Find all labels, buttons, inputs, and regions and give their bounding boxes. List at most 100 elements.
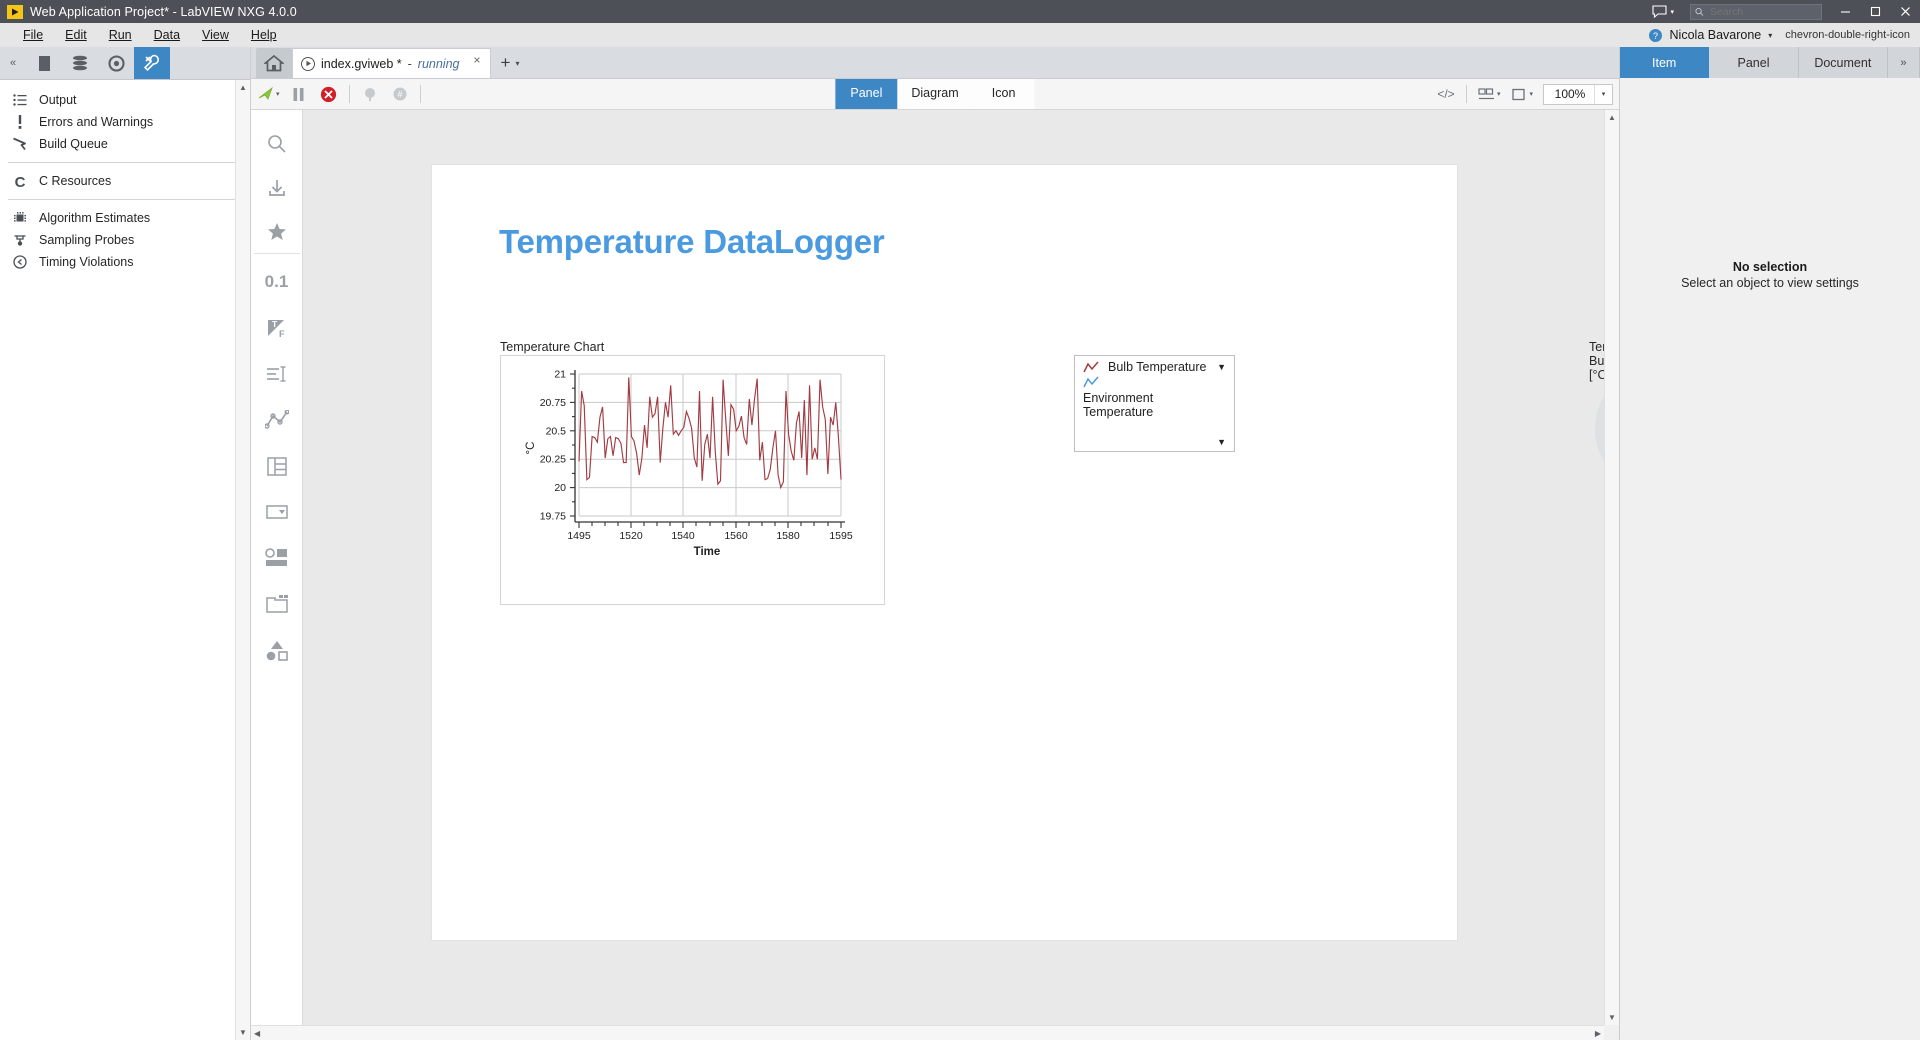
tab-diagram[interactable]: Diagram — [897, 79, 973, 109]
containers-icon[interactable] — [254, 581, 300, 627]
xtick-label: 1540 — [671, 530, 695, 542]
xtick-label: 1495 — [567, 530, 591, 542]
temperature-chart[interactable]: 21 20.75 20.5 20.25 20 19.75 1495 1520 1… — [500, 355, 885, 605]
toolbar-divider — [1465, 85, 1467, 103]
menu-item-help[interactable]: Help — [240, 25, 288, 45]
canvas-horizontal-scrollbar[interactable]: ◀ ▶ — [251, 1025, 1604, 1040]
left-dock-scrollbar[interactable]: ▲ ▼ — [235, 80, 250, 1040]
scroll-up-arrow-icon[interactable]: ▲ — [239, 80, 247, 95]
sidebar-item-sampling-probes[interactable]: Sampling Probes — [0, 229, 250, 251]
panel-canvas[interactable]: 0.1 TF Temperature DataLogger Temperatur… — [251, 110, 1619, 1040]
search-box[interactable] — [1690, 3, 1822, 20]
string-text-icon[interactable] — [254, 351, 300, 397]
numeric-0-1-icon[interactable]: 0.1 — [254, 259, 300, 305]
sidebar-item-build-queue[interactable]: Build Queue — [0, 133, 250, 155]
probe-watch-icon[interactable] — [355, 79, 385, 109]
panel-sheet[interactable]: Temperature DataLogger Temperature Chart — [432, 165, 1619, 940]
chat-bubble-icon[interactable]: ▾ — [1644, 0, 1682, 23]
files-tab[interactable] — [26, 47, 62, 79]
menu-item-view[interactable]: View — [191, 25, 240, 45]
chip-icon — [10, 211, 29, 225]
toolbar-divider — [419, 85, 421, 103]
no-selection-message: No selection Select an object to view se… — [1620, 260, 1920, 290]
collapse-left-icon[interactable]: « — [0, 47, 26, 79]
sidebar-item-timing-violations[interactable]: Timing Violations — [0, 251, 250, 273]
menu-item-data[interactable]: Data — [143, 25, 191, 45]
close-icon[interactable]: × — [473, 53, 480, 67]
scroll-down-arrow-icon[interactable]: ▼ — [1608, 1010, 1616, 1025]
scroll-right-arrow-icon[interactable]: ▶ — [1592, 1029, 1604, 1038]
legend-item-environment-temperature[interactable]: Environment Temperature — [1075, 374, 1234, 419]
download-insert-icon[interactable] — [254, 166, 300, 210]
help-circle-icon[interactable]: ? — [1648, 28, 1663, 43]
align-caret-icon[interactable]: ▾ — [1497, 90, 1501, 98]
dropdown-ring-icon[interactable] — [254, 489, 300, 535]
view-tabs: Panel Diagram Icon — [835, 79, 1035, 109]
tools-nav-list: Output Errors and Warnings Build Queue C… — [0, 80, 250, 273]
shapes-decorations-icon[interactable] — [254, 627, 300, 673]
graph-chart-icon[interactable] — [254, 397, 300, 443]
sidebar-item-output[interactable]: Output — [0, 89, 250, 111]
search-input[interactable] — [1707, 4, 1817, 19]
legend-scroll-down-icon[interactable]: ▼ — [1217, 437, 1226, 447]
chart-legend[interactable]: Bulb Temperature ▼ Environment Temperatu… — [1074, 355, 1235, 452]
probe-icon — [10, 233, 29, 247]
menu-edit-label: Edit — [65, 28, 87, 42]
scroll-up-arrow-icon[interactable]: ▲ — [1608, 110, 1616, 125]
minimize-button[interactable] — [1830, 0, 1860, 23]
boolean-tf-icon[interactable]: TF — [254, 305, 300, 351]
tab-document[interactable]: Document — [1798, 47, 1888, 78]
menu-item-edit[interactable]: Edit — [54, 25, 98, 45]
nav-divider — [8, 162, 240, 163]
canvas-vertical-scrollbar[interactable]: ▲ ▼ — [1604, 110, 1619, 1025]
zoom-caret-icon[interactable]: ▾ — [1594, 84, 1612, 104]
svg-text:</>: </> — [1437, 87, 1454, 101]
search-palette-icon[interactable] — [254, 122, 300, 166]
array-table-icon[interactable] — [254, 443, 300, 489]
resize-caret-icon[interactable]: ▾ — [1529, 90, 1533, 98]
chevron-double-right-icon[interactable]: chevron-double-right-icon — [1785, 29, 1910, 41]
legend-item-bulb-temperature[interactable]: Bulb Temperature ▼ — [1075, 356, 1234, 374]
io-controls-icon[interactable] — [254, 535, 300, 581]
controls-palette: 0.1 TF — [251, 110, 303, 1040]
tab-panel[interactable]: Panel — [835, 79, 898, 109]
document-tab-index-gviweb[interactable]: index.gviweb * - running × — [292, 48, 491, 78]
layers-tab[interactable] — [62, 47, 98, 79]
menu-item-run[interactable]: Run — [98, 25, 143, 45]
sidebar-item-errors-and-warnings[interactable]: Errors and Warnings — [0, 111, 250, 133]
user-caret-icon[interactable]: ▾ — [1768, 31, 1772, 40]
sidebar-item-algorithm-estimates[interactable]: Algorithm Estimates — [0, 207, 250, 229]
abort-stop-icon[interactable] — [314, 79, 344, 109]
sidebar-item-c-resources[interactable]: C C Resources — [0, 170, 250, 192]
hammer-icon — [10, 137, 29, 151]
close-button[interactable] — [1890, 0, 1920, 23]
legend-scroll-up-icon[interactable]: ▼ — [1217, 362, 1226, 372]
code-brackets-icon[interactable]: </> — [1431, 87, 1461, 101]
main-body: « Output Errors and Warnings Build Queue… — [0, 47, 1920, 1040]
maximize-button[interactable] — [1860, 0, 1890, 23]
menu-item-file[interactable]: File — [12, 25, 54, 45]
highlight-execution-icon[interactable]: # — [385, 79, 415, 109]
add-tab-button[interactable]: + ▾ — [491, 48, 530, 78]
debug-tab[interactable] — [98, 47, 134, 79]
editor-area: index.gviweb * - running × + ▾ ▾ # Panel… — [251, 47, 1619, 1040]
overflow-tabs-button[interactable]: » — [1887, 47, 1920, 78]
chevron-down-icon: ▾ — [515, 58, 520, 68]
menu-data-label: Data — [153, 28, 181, 42]
home-icon[interactable] — [256, 48, 292, 78]
zoom-control[interactable]: 100% ▾ — [1543, 83, 1613, 105]
properties-tabstrip: Item Panel Document » — [1620, 47, 1920, 78]
zoom-value: 100% — [1554, 87, 1586, 101]
menu-run-label: Run — [108, 28, 132, 42]
favorites-star-icon[interactable] — [253, 210, 300, 254]
scroll-left-arrow-icon[interactable]: ◀ — [251, 1029, 263, 1038]
user-name-label[interactable]: Nicola Bavarone — [1670, 28, 1762, 42]
tab-item[interactable]: Item — [1620, 47, 1710, 78]
run-caret-icon[interactable]: ▾ — [276, 90, 280, 98]
tab-icon[interactable]: Icon — [972, 79, 1035, 109]
tab-panel-properties[interactable]: Panel — [1709, 47, 1799, 78]
pause-icon[interactable] — [284, 79, 314, 109]
tools-tab[interactable] — [134, 47, 170, 79]
scroll-down-arrow-icon[interactable]: ▼ — [239, 1025, 247, 1040]
left-dock-content: Output Errors and Warnings Build Queue C… — [0, 80, 250, 1040]
